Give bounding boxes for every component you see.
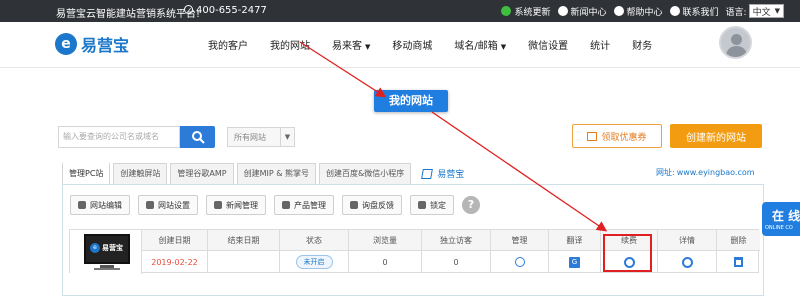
arrow-to-callout xyxy=(299,41,387,98)
page-root: 易营宝云智能建站营销系统平台! 400-655-2477 系统更新 新闻中心 帮… xyxy=(0,0,800,306)
annotation-arrows xyxy=(299,41,608,232)
arrow-to-renew xyxy=(431,111,608,232)
